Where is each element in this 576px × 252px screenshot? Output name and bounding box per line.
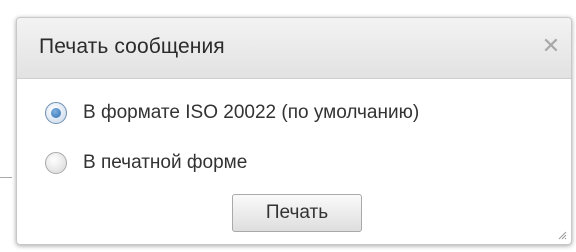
radio-iso-20022[interactable] xyxy=(45,102,67,124)
dialog-title: Печать сообщения xyxy=(39,35,225,58)
close-icon[interactable]: ✕ xyxy=(539,35,563,59)
resize-grip-icon[interactable] xyxy=(557,230,567,240)
print-button[interactable]: Печать xyxy=(232,194,362,232)
option-iso-20022[interactable]: В формате ISO 20022 (по умолчанию) xyxy=(45,98,419,128)
dialog-titlebar[interactable]: Печать сообщения ✕ xyxy=(17,18,571,79)
option-print-form-label: В печатной форме xyxy=(83,152,248,173)
background-divider xyxy=(0,177,12,178)
option-iso-20022-label: В формате ISO 20022 (по умолчанию) xyxy=(83,102,420,123)
radio-print-form[interactable] xyxy=(45,152,67,174)
print-message-dialog: Печать сообщения ✕ В формате ISO 20022 (… xyxy=(16,17,572,245)
option-print-form[interactable]: В печатной форме xyxy=(45,148,247,178)
